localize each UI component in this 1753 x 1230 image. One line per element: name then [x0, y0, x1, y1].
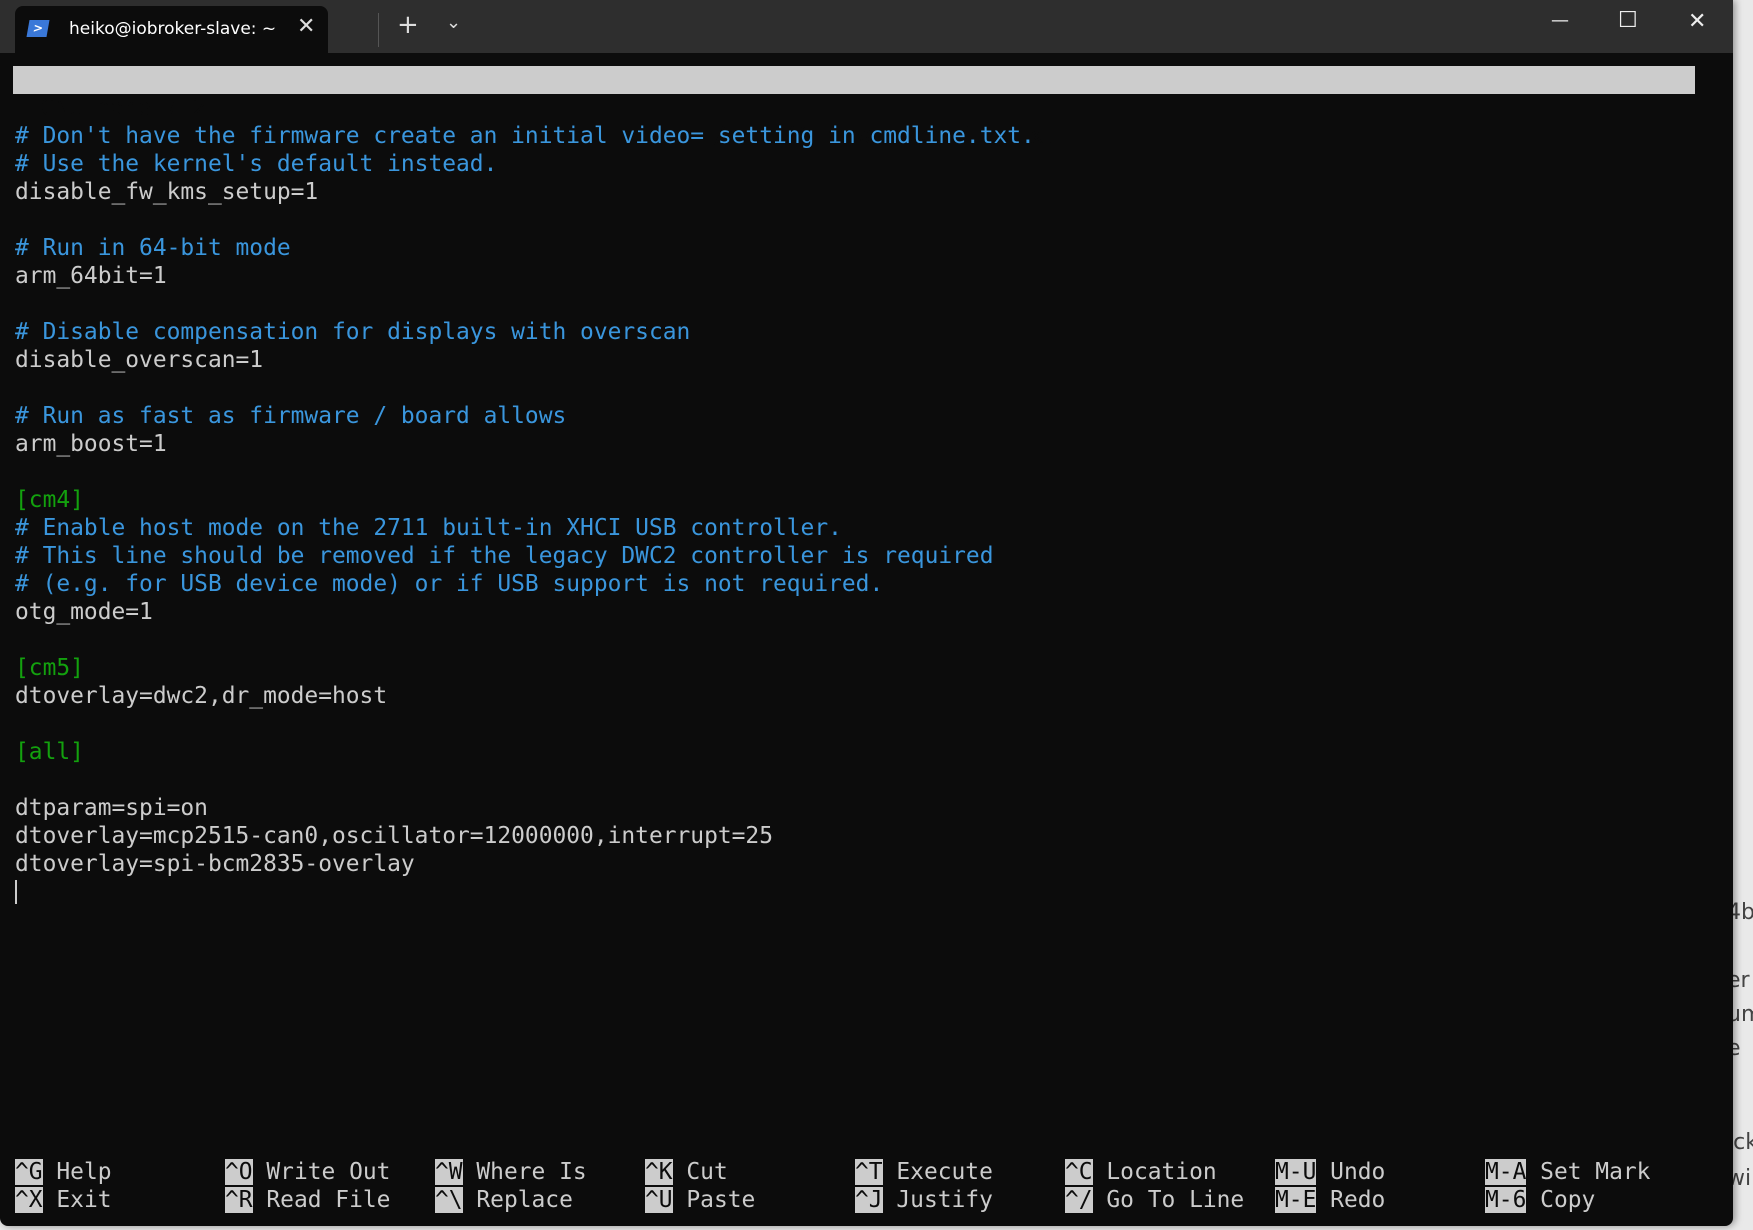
maximize-button[interactable]: ☐ [1618, 8, 1638, 33]
section-header-line: [cm5] [15, 655, 84, 681]
shortcut-label: Where Is [476, 1159, 587, 1185]
new-tab-button[interactable]: + [397, 10, 419, 40]
config-line: dtoverlay=dwc2,dr_mode=host [15, 683, 388, 709]
shortcut-label: Redo [1330, 1187, 1386, 1213]
config-line: dtoverlay=mcp2515-can0,oscillator=120000… [15, 823, 773, 849]
shortcut-write-out[interactable]: ^O Write Out [225, 1158, 390, 1186]
config-line: arm_boost=1 [15, 431, 167, 457]
terminal-tab[interactable]: > heiko@iobroker-slave: ~ ✕ [15, 6, 328, 53]
tab-title: heiko@iobroker-slave: ~ [69, 19, 277, 39]
comment-line: # Use the kernel's default instead. [15, 151, 498, 177]
comment-line: # (e.g. for USB device mode) or if USB s… [15, 571, 884, 597]
section-header-line: [cm4] [15, 487, 84, 513]
shortcut-key: ^C [1065, 1159, 1093, 1185]
shortcut-label: Write Out [266, 1159, 391, 1185]
shortcut-read-file[interactable]: ^R Read File [225, 1186, 390, 1214]
shortcut-label: Go To Line [1106, 1187, 1245, 1213]
shortcut-key: ^T [855, 1159, 883, 1185]
section-header-line: [all] [15, 739, 84, 765]
nano-version: GNU nano 7.2 [41, 95, 207, 121]
terminal-window: > heiko@iobroker-slave: ~ ✕ + ⌄ — ☐ ✕ GN… [0, 0, 1733, 1226]
shortcut-copy[interactable]: M-6 Copy [1485, 1186, 1595, 1214]
shortcut-key: ^J [855, 1187, 883, 1213]
shortcut-key: ^X [15, 1187, 43, 1213]
text-cursor [15, 878, 25, 906]
shortcut-key: ^R [225, 1187, 253, 1213]
comment-line: # Run in 64-bit mode [15, 235, 291, 261]
config-line: arm_64bit=1 [15, 263, 167, 289]
powershell-icon: > [26, 20, 50, 37]
shortcut-key: ^\ [435, 1187, 463, 1213]
shortcut-paste[interactable]: ^U Paste [645, 1186, 755, 1214]
shortcut-replace[interactable]: ^\ Replace [435, 1186, 573, 1214]
close-window-button[interactable]: ✕ [1688, 9, 1706, 34]
config-line: otg_mode=1 [15, 599, 153, 625]
title-bar: > heiko@iobroker-slave: ~ ✕ + ⌄ — ☐ ✕ [0, 0, 1733, 53]
shortcut-exit[interactable]: ^X Exit [15, 1186, 112, 1214]
shortcut-label: Justify [896, 1187, 993, 1213]
shortcut-key: M-U [1275, 1159, 1317, 1185]
comment-line: # Enable host mode on the 2711 built-in … [15, 515, 842, 541]
shortcut-execute[interactable]: ^T Execute [855, 1158, 993, 1186]
shortcut-label: Copy [1540, 1187, 1596, 1213]
nano-status-bar: GNU nano 7.2 /boot/firmware/config.txt [13, 66, 1695, 149]
shortcut-where-is[interactable]: ^W Where Is [435, 1158, 587, 1186]
config-line: dtparam=spi=on [15, 795, 208, 821]
config-line: dtoverlay=spi-bcm2835-overlay [15, 851, 415, 877]
shortcut-key: ^O [225, 1159, 253, 1185]
shortcut-label: Set Mark [1540, 1159, 1651, 1185]
comment-line: # This line should be removed if the leg… [15, 543, 994, 569]
shortcut-location[interactable]: ^C Location [1065, 1158, 1217, 1186]
shortcut-label: Replace [476, 1187, 573, 1213]
shortcut-key: ^/ [1065, 1187, 1093, 1213]
comment-line: # Don't have the firmware create an init… [15, 123, 1035, 149]
config-line: disable_fw_kms_setup=1 [15, 179, 319, 205]
chevron-down-icon[interactable]: ⌄ [446, 12, 461, 33]
shortcut-key: ^G [15, 1159, 43, 1185]
shortcut-label: Exit [56, 1187, 112, 1213]
shortcut-key: M-A [1485, 1159, 1527, 1185]
shortcut-cut[interactable]: ^K Cut [645, 1158, 728, 1186]
tab-close-icon[interactable]: ✕ [297, 14, 315, 39]
shortcut-label: Read File [266, 1187, 391, 1213]
shortcut-label: Execute [896, 1159, 993, 1185]
shortcut-label: Help [56, 1159, 112, 1185]
shortcut-justify[interactable]: ^J Justify [855, 1186, 993, 1214]
shortcut-label: Cut [686, 1159, 728, 1185]
shortcut-key: ^W [435, 1159, 463, 1185]
shortcut-key: ^U [645, 1187, 673, 1213]
shortcut-go-to-line[interactable]: ^/ Go To Line [1065, 1186, 1244, 1214]
comment-line: # Run as fast as firmware / board allows [15, 403, 567, 429]
shortcut-set-mark[interactable]: M-A Set Mark [1485, 1158, 1650, 1186]
shortcut-label: Undo [1330, 1159, 1386, 1185]
minimize-button[interactable]: — [1551, 10, 1569, 31]
shortcut-help[interactable]: ^G Help [15, 1158, 112, 1186]
shortcut-label: Location [1106, 1159, 1217, 1185]
shortcut-key: M-6 [1485, 1187, 1527, 1213]
shortcut-label: Paste [686, 1187, 756, 1213]
shortcut-key: ^K [645, 1159, 673, 1185]
comment-line: # Disable compensation for displays with… [15, 319, 691, 345]
shortcut-key: M-E [1275, 1187, 1317, 1213]
divider [378, 13, 379, 47]
config-line: disable_overscan=1 [15, 347, 264, 373]
shortcut-undo[interactable]: M-U Undo [1275, 1158, 1385, 1186]
shortcut-redo[interactable]: M-E Redo [1275, 1186, 1385, 1214]
